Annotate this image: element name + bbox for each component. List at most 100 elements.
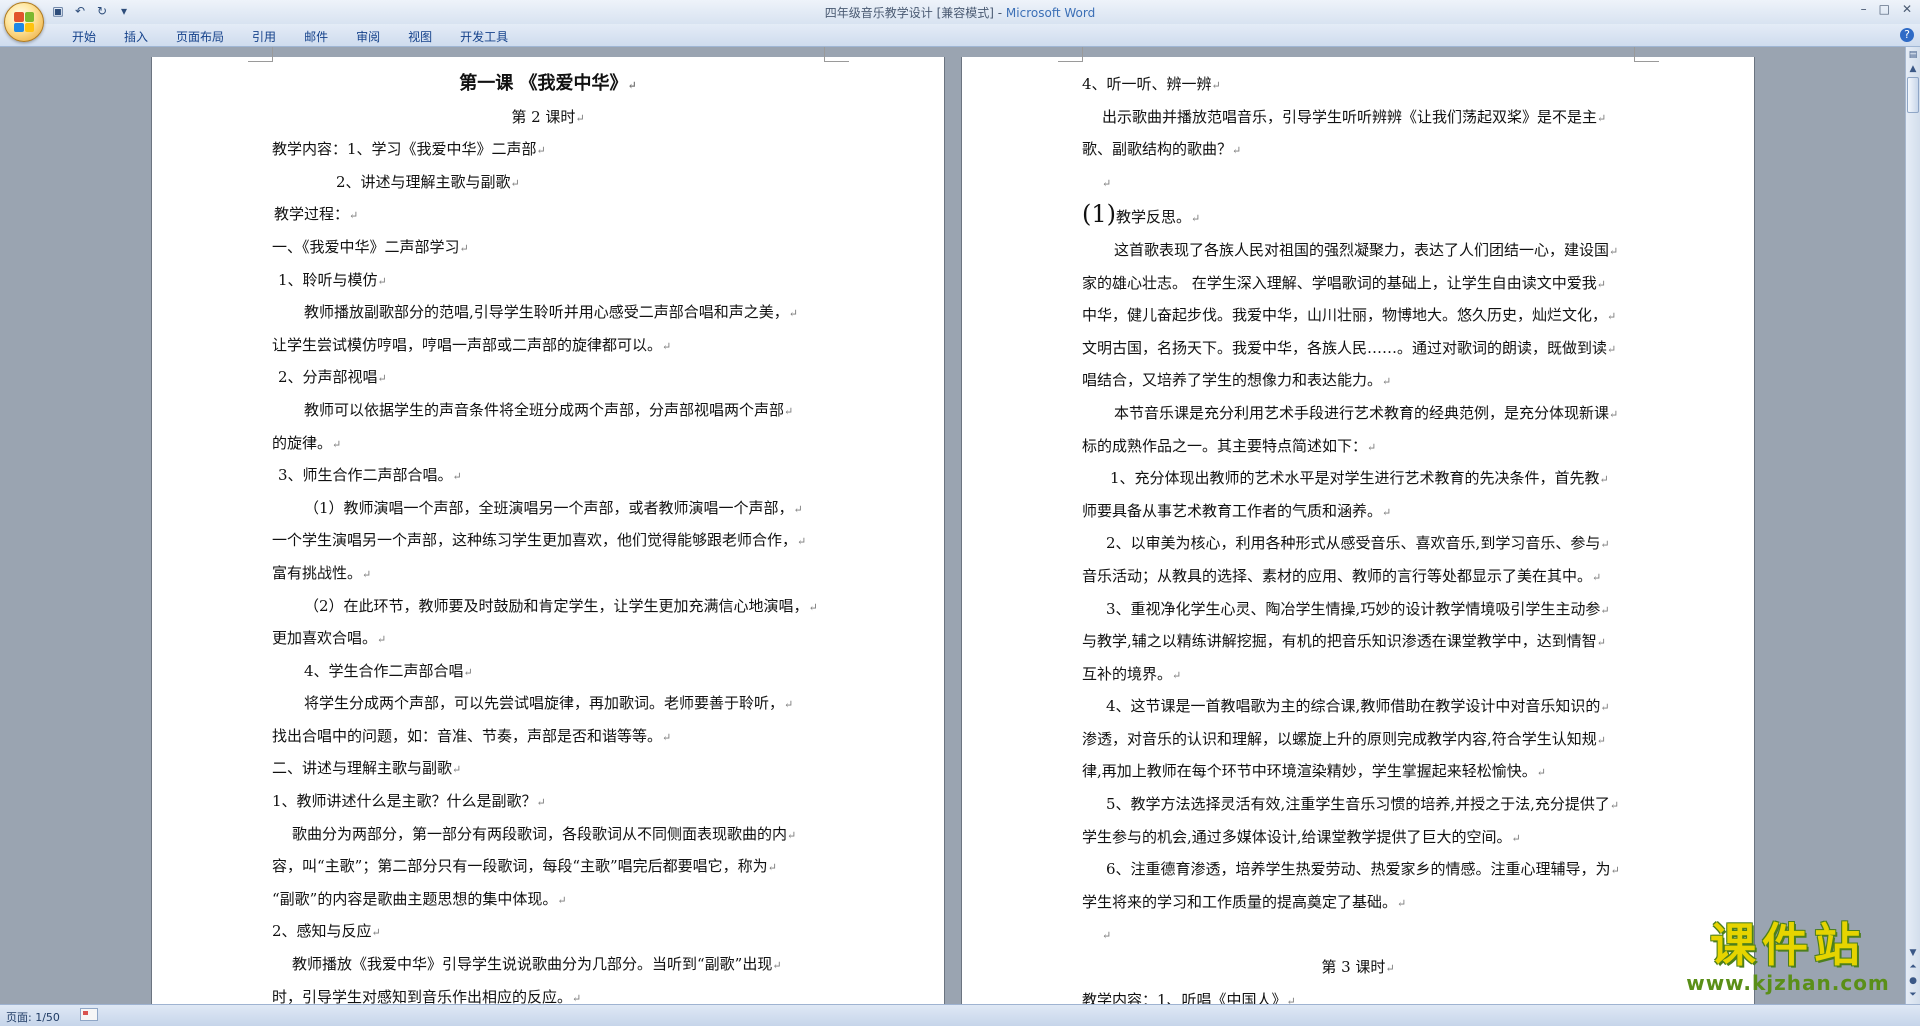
paragraph-line[interactable]: 更加喜欢合唱。↵ <box>272 623 824 656</box>
paragraph-line[interactable]: 第 3 课时↵ <box>1082 952 1634 985</box>
scroll-down-icon[interactable]: ▼ <box>1907 947 1919 959</box>
paragraph-line[interactable]: 唱结合，又培养了学生的想像力和表达能力。↵ <box>1082 365 1634 398</box>
select-browse-object-icon[interactable]: ● <box>1907 975 1919 987</box>
tab-mailings[interactable]: 邮件 <box>290 27 342 46</box>
paragraph-line[interactable]: 学生参与的机会,通过多媒体设计,给课堂教学提供了巨大的空间。↵ <box>1082 822 1634 855</box>
scroll-up-icon[interactable]: ▲ <box>1907 63 1919 75</box>
next-page-icon[interactable]: ⏷ <box>1907 989 1919 1001</box>
paragraph-line[interactable]: 教学内容：1、学习《我爱中华》二声部↵ <box>272 134 824 167</box>
paragraph-mark-icon: ↵ <box>1382 505 1392 519</box>
proofing-icon[interactable] <box>80 1008 98 1021</box>
tab-home[interactable]: 开始 <box>58 27 110 46</box>
scroll-thumb[interactable] <box>1907 77 1919 113</box>
paragraph-line[interactable]: 文明古国，名扬天下。我爱中华，各族人民……。通过对歌词的朗读，既做到读↵ <box>1082 333 1634 366</box>
line-text: 歌、副歌结构的歌曲？ <box>1082 140 1233 159</box>
paragraph-line[interactable]: 找出合唱中的问题，如：音准、节奏，声部是否和谐等等。↵ <box>272 721 824 754</box>
paragraph-line[interactable]: 2、分声部视唱↵ <box>272 362 824 395</box>
paragraph-line[interactable]: 第 2 课时↵ <box>272 102 824 135</box>
paragraph-line[interactable]: 1、充分体现出教师的艺术水平是对学生进行艺术教育的先决条件，首先教↵ <box>1082 463 1634 496</box>
paragraph-line[interactable]: 2、讲述与理解主歌与副歌↵ <box>272 167 824 200</box>
paragraph-mark-icon: ↵ <box>452 470 462 484</box>
paragraph-line[interactable]: 4、听一听、辨一辨↵ <box>1082 69 1634 102</box>
paragraph-line[interactable]: 学生将来的学习和工作质量的提高奠定了基础。↵ <box>1082 887 1634 920</box>
paragraph-line[interactable]: 3、重视净化学生心灵、陶冶学生情操,巧妙的设计教学情境吸引学生主动参↵ <box>1082 594 1634 627</box>
previous-page-icon[interactable]: ⏶ <box>1907 961 1919 973</box>
paragraph-line[interactable]: “副歌”的内容是歌曲主题思想的集中体现。↵ <box>272 884 824 917</box>
paragraph-line[interactable]: 5、教学方法选择灵活有效,注重学生音乐习惯的培养,并授之于法,充分提供了↵ <box>1082 789 1634 822</box>
page-right-text[interactable]: 4、听一听、辨一辨↵ 出示歌曲并播放范唱音乐，引导学生听听辨辨《让我们荡起双桨》是… <box>1082 69 1634 1004</box>
page-left-text[interactable]: 第一课 《我爱中华》↵ 第 2 课时↵ 教学内容：1、学习《我爱中华》二声部↵ 2、讲… <box>272 69 824 1004</box>
tab-review[interactable]: 审阅 <box>342 27 394 46</box>
paragraph-line[interactable]: 让学生尝试模仿哼唱，哼唱一声部或二声部的旋律都可以。↵ <box>272 330 824 363</box>
paragraph-line[interactable]: 教师可以依据学生的声音条件将全班分成两个声部，分声部视唱两个声部↵ <box>272 395 824 428</box>
paragraph-line[interactable]: 师要具备从事艺术教育工作者的气质和涵养。↵ <box>1082 496 1634 529</box>
paragraph-line[interactable]: 互补的境界。↵ <box>1082 659 1634 692</box>
tab-references[interactable]: 引用 <box>238 27 290 46</box>
paragraph-line[interactable]: 教学内容：1、听唱《中国人》↵ <box>1082 985 1634 1004</box>
page-right[interactable]: 4、听一听、辨一辨↵ 出示歌曲并播放范唱音乐，引导学生听听辨辨《让我们荡起双桨》是… <box>962 47 1754 1004</box>
paragraph-line[interactable]: 渗透，对音乐的认识和理解，以螺旋上升的原则完成教学内容,符合学生认知规↵ <box>1082 724 1634 757</box>
paragraph-line[interactable]: 容，叫“主歌”；第二部分只有一段歌词，每段“主歌”唱完后都要唱它，称为↵ <box>272 851 824 884</box>
paragraph-line[interactable]: 第一课 《我爱中华》↵ <box>272 69 824 102</box>
paragraph-line[interactable]: 将学生分成两个声部，可以先尝试唱旋律，再加歌词。老师要善于聆听，↵ <box>272 688 824 721</box>
page-indicator[interactable]: 页面: 1/50 <box>6 1009 60 1025</box>
line-text: 唱结合，又培养了学生的想像力和表达能力。 <box>1082 371 1383 390</box>
maximize-button[interactable]: □ <box>1879 2 1890 16</box>
paragraph-line[interactable]: 1、教师讲述什么是主歌？什么是副歌？↵ <box>272 786 824 819</box>
tab-view[interactable]: 视图 <box>394 27 446 46</box>
paragraph-line[interactable]: 本节音乐课是充分利用艺术手段进行艺术教育的经典范例，是充分体现新课↵ <box>1082 398 1634 431</box>
line-text: 教学内容：1、听唱《中国人》 <box>1082 990 1287 1004</box>
paragraph-mark-icon: ↵ <box>1382 375 1392 389</box>
paragraph-line[interactable]: 家的雄心壮志。 在学生深入理解、学唱歌词的基础上，让学生自由读文中爱我↵ <box>1082 268 1634 301</box>
paragraph-mark-icon: ↵ <box>463 665 473 679</box>
paragraph-mark-icon: ↵ <box>1385 962 1395 976</box>
paragraph-line[interactable]: ↵ <box>1082 167 1634 200</box>
paragraph-line[interactable]: 教师播放副歌部分的范唱,引导学生聆听并用心感受二声部合唱和声之美，↵ <box>272 297 824 330</box>
paragraph-line[interactable]: ↵ <box>1082 919 1634 952</box>
paragraph-line[interactable]: 一个学生演唱另一个声部，这种练习学生更加喜欢，他们觉得能够跟老师合作，↵ <box>272 525 824 558</box>
paragraph-line[interactable]: 2、感知与反应↵ <box>272 916 824 949</box>
tab-developer[interactable]: 开发工具 <box>446 27 522 46</box>
paragraph-line[interactable]: 教学过程：↵ <box>272 199 824 232</box>
paragraph-mark-icon: ↵ <box>788 307 798 321</box>
tab-insert[interactable]: 插入 <box>110 27 162 46</box>
help-icon[interactable]: ? <box>1900 28 1914 42</box>
line-text: 一、《我爱中华》二声部学习 <box>272 237 460 256</box>
paragraph-line[interactable]: 这首歌表现了各族人民对祖国的强烈凝聚力，表达了人们团结一心，建设国↵ <box>1082 235 1634 268</box>
paragraph-line[interactable]: 一、《我爱中华》二声部学习↵ <box>272 232 824 265</box>
paragraph-line[interactable]: 富有挑战性。↵ <box>272 558 824 591</box>
line-text: 中华，健儿奋起步伐。我爱中华，山川壮丽，物博地大。悠久历史，灿烂文化， <box>1082 306 1608 325</box>
vertical-scrollbar[interactable]: ▤ ▲ ▼ ⏶ ● ⏷ <box>1905 47 1920 1004</box>
paragraph-line[interactable]: 教师播放《我爱中华》引导学生说说歌曲分为几部分。当听到“副歌”出现↵ <box>272 949 824 982</box>
paragraph-mark-icon: ↵ <box>1592 570 1602 584</box>
paragraph-line[interactable]: 6、注重德育渗透，培养学生热爱劳动、热爱家乡的情感。注重心理辅导，为↵ <box>1082 854 1634 887</box>
paragraph-line[interactable]: 中华，健儿奋起步伐。我爱中华，山川壮丽，物博地大。悠久历史，灿烂文化，↵ <box>1082 300 1634 333</box>
app-name: Microsoft Word <box>1005 6 1096 20</box>
paragraph-line[interactable]: 标的成熟作品之一。其主要特点简述如下：↵ <box>1082 431 1634 464</box>
paragraph-line[interactable]: 音乐活动；从教具的选择、素材的应用、教师的言行等处都显示了美在其中。↵ <box>1082 561 1634 594</box>
paragraph-line[interactable]: （2）在此环节，教师要及时鼓励和肯定学生，让学生更加充满信心地演唱，↵ <box>272 591 824 624</box>
paragraph-line[interactable]: (1)教学反思。↵ <box>1082 199 1634 235</box>
paragraph-line[interactable]: 4、这节课是一首教唱歌为主的综合课,教师借助在教学设计中对音乐知识的↵ <box>1082 691 1634 724</box>
paragraph-line[interactable]: 与教学,辅之以精练讲解挖掘，有机的把音乐知识渗透在课堂教学中，达到情智↵ <box>1082 626 1634 659</box>
close-button[interactable]: ✕ <box>1902 2 1912 16</box>
ruler-toggle-icon[interactable]: ▤ <box>1907 49 1919 61</box>
paragraph-line[interactable]: 时，引导学生对感知到音乐作出相应的反应。↵ <box>272 982 824 1004</box>
page-left[interactable]: 第一课 《我爱中华》↵ 第 2 课时↵ 教学内容：1、学习《我爱中华》二声部↵ 2、讲… <box>152 47 944 1004</box>
paragraph-line[interactable]: 歌、副歌结构的歌曲？↵ <box>1082 134 1634 167</box>
line-text: 学生将来的学习和工作质量的提高奠定了基础。 <box>1082 892 1398 911</box>
paragraph-line[interactable]: 二、讲述与理解主歌与副歌↵ <box>272 753 824 786</box>
paragraph-line[interactable]: 3、师生合作二声部合唱。↵ <box>272 460 824 493</box>
paragraph-line[interactable]: 4、学生合作二声部合唱↵ <box>272 656 824 689</box>
paragraph-line[interactable]: 1、聆听与模仿↵ <box>272 265 824 298</box>
paragraph-line[interactable]: 歌曲分为两部分，第一部分有两段歌词，各段歌词从不同侧面表现歌曲的内↵ <box>272 819 824 852</box>
paragraph-line[interactable]: （1）教师演唱一个声部，全班演唱另一个声部，或者教师演唱一个声部，↵ <box>272 493 824 526</box>
tab-page-layout[interactable]: 页面布局 <box>162 27 238 46</box>
document-area[interactable]: 第一课 《我爱中华》↵ 第 2 课时↵ 教学内容：1、学习《我爱中华》二声部↵ 2、讲… <box>0 47 1906 1004</box>
paragraph-line[interactable]: 出示歌曲并播放范唱音乐，引导学生听听辨辨《让我们荡起双桨》是不是主↵ <box>1082 102 1634 135</box>
paragraph-line[interactable]: 的旋律。↵ <box>272 428 824 461</box>
paragraph-line[interactable]: 2、以审美为核心，利用各种形式从感受音乐、喜欢音乐,到学习音乐、参与↵ <box>1082 528 1634 561</box>
minimize-button[interactable]: – <box>1861 2 1867 16</box>
office-button[interactable] <box>4 2 44 42</box>
paragraph-line[interactable]: 律,再加上教师在每个环节中环境渲染精妙，学生掌握起来轻松愉快。↵ <box>1082 756 1634 789</box>
